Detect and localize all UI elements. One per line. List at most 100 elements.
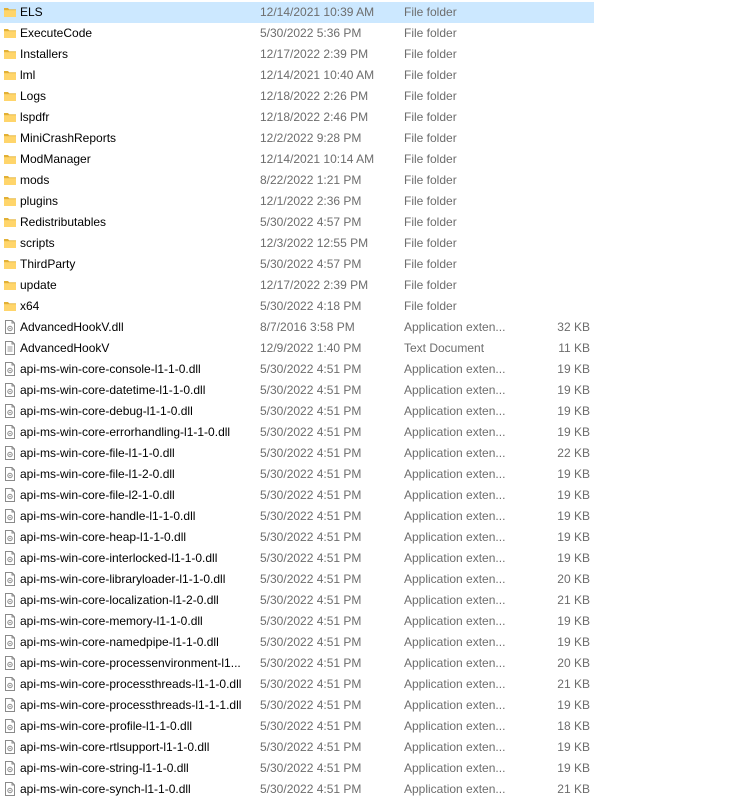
file-row[interactable]: api-ms-win-core-processthreads-l1-1-1.dl… [0, 695, 732, 716]
file-row[interactable]: api-ms-win-core-errorhandling-l1-1-0.dll… [0, 422, 732, 443]
file-name: api-ms-win-core-localization-l1-2-0.dll [20, 593, 219, 607]
dll-file-icon [3, 593, 17, 607]
dll-file-icon [3, 740, 17, 754]
file-list: ELS 12/14/2021 10:39 AM File folder Exec… [0, 2, 732, 800]
file-row[interactable]: Installers 12/17/2022 2:39 PM File folde… [0, 44, 732, 65]
file-date-modified: 5/30/2022 4:18 PM [260, 299, 362, 313]
folder-icon [3, 47, 17, 61]
file-row[interactable]: ModManager 12/14/2021 10:14 AM File fold… [0, 149, 732, 170]
file-type: File folder [404, 5, 457, 19]
file-date-modified: 5/30/2022 4:51 PM [260, 761, 362, 775]
file-row[interactable]: x64 5/30/2022 4:18 PM File folder [0, 296, 732, 317]
file-type: Application exten... [404, 614, 506, 628]
file-date-modified: 5/30/2022 4:51 PM [260, 698, 362, 712]
folder-icon [3, 131, 17, 145]
file-row[interactable]: update 12/17/2022 2:39 PM File folder [0, 275, 732, 296]
file-row[interactable]: Redistributables 5/30/2022 4:57 PM File … [0, 212, 732, 233]
file-size: 19 KB [557, 404, 590, 418]
file-date-modified: 5/30/2022 4:51 PM [260, 677, 362, 691]
file-name: scripts [20, 236, 55, 250]
file-size: 19 KB [557, 467, 590, 481]
file-size: 19 KB [557, 551, 590, 565]
file-name: Logs [20, 89, 47, 103]
file-row[interactable]: AdvancedHookV 12/9/2022 1:40 PM Text Doc… [0, 338, 732, 359]
folder-icon [3, 194, 17, 208]
file-row[interactable]: api-ms-win-core-file-l1-2-0.dll 5/30/202… [0, 464, 732, 485]
file-row[interactable]: api-ms-win-core-rtlsupport-l1-1-0.dll 5/… [0, 737, 732, 758]
file-name: api-ms-win-core-debug-l1-1-0.dll [20, 404, 193, 418]
file-row[interactable]: api-ms-win-core-datetime-l1-1-0.dll 5/30… [0, 380, 732, 401]
file-row[interactable]: api-ms-win-core-heap-l1-1-0.dll 5/30/202… [0, 527, 732, 548]
file-row[interactable]: api-ms-win-core-processthreads-l1-1-0.dl… [0, 674, 732, 695]
file-row[interactable]: api-ms-win-core-console-l1-1-0.dll 5/30/… [0, 359, 732, 380]
file-size: 19 KB [557, 509, 590, 523]
dll-file-icon [3, 572, 17, 586]
file-type: Application exten... [404, 320, 506, 334]
file-date-modified: 5/30/2022 4:51 PM [260, 740, 362, 754]
file-row[interactable]: api-ms-win-core-debug-l1-1-0.dll 5/30/20… [0, 401, 732, 422]
file-type: File folder [404, 173, 457, 187]
file-name: api-ms-win-core-processthreads-l1-1-0.dl… [20, 677, 242, 691]
file-row[interactable]: mods 8/22/2022 1:21 PM File folder [0, 170, 732, 191]
file-date-modified: 5/30/2022 4:51 PM [260, 467, 362, 481]
file-size: 21 KB [557, 593, 590, 607]
file-size: 20 KB [557, 656, 590, 670]
file-type: File folder [404, 194, 457, 208]
file-row[interactable]: Logs 12/18/2022 2:26 PM File folder [0, 86, 732, 107]
file-row[interactable]: api-ms-win-core-synch-l1-1-0.dll 5/30/20… [0, 779, 732, 800]
file-size: 19 KB [557, 383, 590, 397]
file-name: plugins [20, 194, 59, 208]
file-row[interactable]: MiniCrashReports 12/2/2022 9:28 PM File … [0, 128, 732, 149]
file-row[interactable]: api-ms-win-core-handle-l1-1-0.dll 5/30/2… [0, 506, 732, 527]
file-type: Application exten... [404, 404, 506, 418]
file-row[interactable]: scripts 12/3/2022 12:55 PM File folder [0, 233, 732, 254]
file-type: File folder [404, 47, 457, 61]
file-row[interactable]: api-ms-win-core-localization-l1-2-0.dll … [0, 590, 732, 611]
file-type: Application exten... [404, 656, 506, 670]
file-row[interactable]: lml 12/14/2021 10:40 AM File folder [0, 65, 732, 86]
file-row[interactable]: api-ms-win-core-string-l1-1-0.dll 5/30/2… [0, 758, 732, 779]
file-row[interactable]: api-ms-win-core-file-l1-1-0.dll 5/30/202… [0, 443, 732, 464]
file-date-modified: 5/30/2022 4:51 PM [260, 782, 362, 796]
file-row[interactable]: AdvancedHookV.dll 8/7/2016 3:58 PM Appli… [0, 317, 732, 338]
file-row[interactable]: api-ms-win-core-interlocked-l1-1-0.dll 5… [0, 548, 732, 569]
file-row[interactable]: ThirdParty 5/30/2022 4:57 PM File folder [0, 254, 732, 275]
file-type: Application exten... [404, 698, 506, 712]
file-type: File folder [404, 278, 457, 292]
file-row[interactable]: plugins 12/1/2022 2:36 PM File folder [0, 191, 732, 212]
file-date-modified: 5/30/2022 4:51 PM [260, 614, 362, 628]
file-type: File folder [404, 299, 457, 313]
file-type: Application exten... [404, 509, 506, 523]
file-size: 19 KB [557, 698, 590, 712]
file-date-modified: 5/30/2022 4:51 PM [260, 362, 362, 376]
file-name: lspdfr [20, 110, 50, 124]
file-date-modified: 5/30/2022 4:51 PM [260, 551, 362, 565]
dll-file-icon [3, 782, 17, 796]
file-name: api-ms-win-core-synch-l1-1-0.dll [20, 782, 191, 796]
file-row[interactable]: api-ms-win-core-libraryloader-l1-1-0.dll… [0, 569, 732, 590]
file-size: 19 KB [557, 740, 590, 754]
file-row[interactable]: api-ms-win-core-memory-l1-1-0.dll 5/30/2… [0, 611, 732, 632]
file-type: File folder [404, 236, 457, 250]
file-size: 19 KB [557, 362, 590, 376]
dll-file-icon [3, 530, 17, 544]
file-row[interactable]: lspdfr 12/18/2022 2:46 PM File folder [0, 107, 732, 128]
file-name: api-ms-win-core-string-l1-1-0.dll [20, 761, 189, 775]
dll-file-icon [3, 425, 17, 439]
file-row[interactable]: api-ms-win-core-file-l2-1-0.dll 5/30/202… [0, 485, 732, 506]
file-row[interactable]: api-ms-win-core-profile-l1-1-0.dll 5/30/… [0, 716, 732, 737]
file-name: api-ms-win-core-file-l1-1-0.dll [20, 446, 175, 460]
file-date-modified: 5/30/2022 4:51 PM [260, 593, 362, 607]
file-name: api-ms-win-core-profile-l1-1-0.dll [20, 719, 193, 733]
file-row[interactable]: api-ms-win-core-processenvironment-l1...… [0, 653, 732, 674]
file-row[interactable]: ELS 12/14/2021 10:39 AM File folder [0, 2, 732, 23]
file-row[interactable]: ExecuteCode 5/30/2022 5:36 PM File folde… [0, 23, 732, 44]
file-date-modified: 5/30/2022 4:57 PM [260, 257, 362, 271]
file-name: x64 [20, 299, 40, 313]
file-row[interactable]: api-ms-win-core-namedpipe-l1-1-0.dll 5/3… [0, 632, 732, 653]
file-name: api-ms-win-core-console-l1-1-0.dll [20, 362, 201, 376]
file-date-modified: 5/30/2022 4:51 PM [260, 572, 362, 586]
file-type: Application exten... [404, 530, 506, 544]
file-type: Application exten... [404, 719, 506, 733]
file-size: 20 KB [557, 572, 590, 586]
